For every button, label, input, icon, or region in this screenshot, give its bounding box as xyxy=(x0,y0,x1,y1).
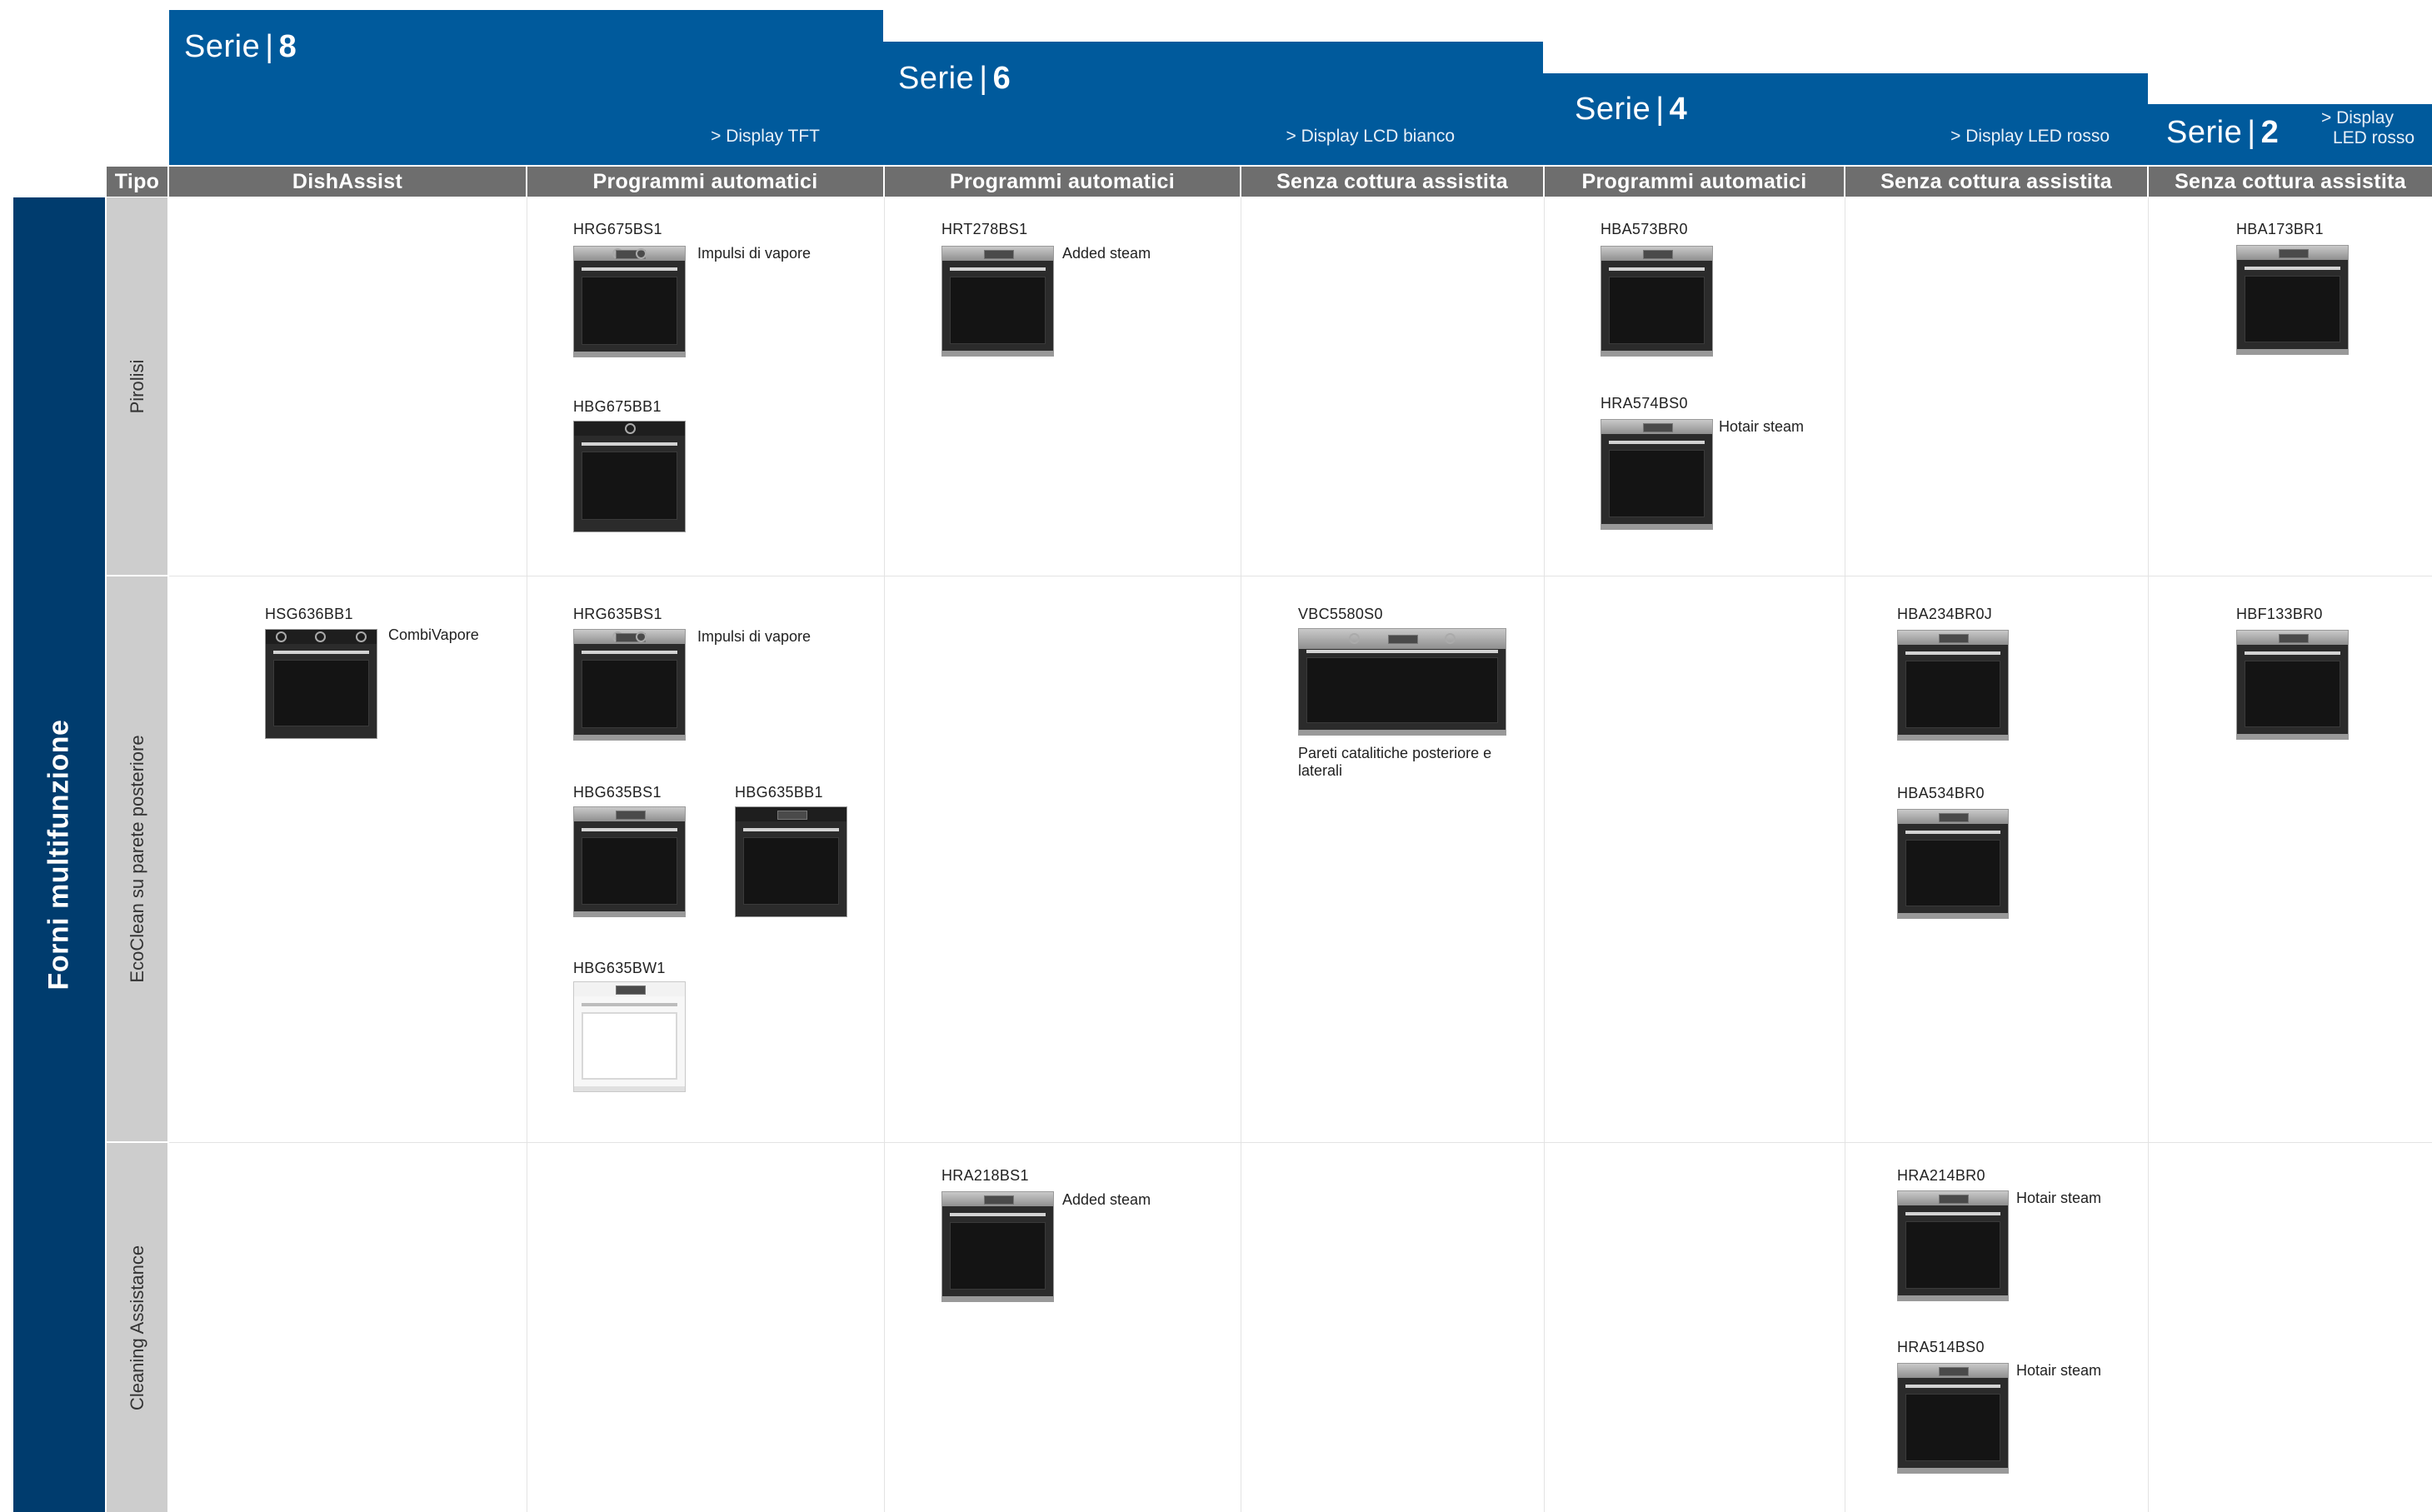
serie-8-title: Serie | 8 xyxy=(184,29,297,64)
oven-image xyxy=(2236,630,2349,740)
oven-image xyxy=(1897,1363,2009,1474)
serie-4-display: > Display LED rosso xyxy=(1950,127,2110,146)
oven-image xyxy=(1601,419,1713,530)
header-programmi-automatici-s4: Programmi automatici xyxy=(1545,167,1844,197)
serie-8-banner: Serie | 8 > Display TFT xyxy=(169,10,883,165)
product-model: HBG635BW1 xyxy=(573,960,666,976)
product-feature: Added steam xyxy=(1062,245,1151,262)
product-feature: Added steam xyxy=(1062,1191,1151,1208)
product-feature: Hotair steam xyxy=(1719,418,1805,435)
serie-2-display: > Display LED rosso xyxy=(2321,108,2415,147)
grid-divider xyxy=(884,197,885,1512)
oven-image xyxy=(573,981,686,1092)
oven-image xyxy=(1897,630,2009,741)
category-label: Forni multifunzione xyxy=(42,719,75,991)
product-model: HBA534BR0 xyxy=(1897,785,1985,801)
oven-image xyxy=(941,1191,1054,1302)
header-dishassist: DishAssist xyxy=(169,167,526,197)
category-forni-multifunzione: Forni multifunzione xyxy=(13,197,105,1512)
product-model: HBA173BR1 xyxy=(2236,221,2324,237)
oven-image xyxy=(941,246,1054,357)
product-model: HRG635BS1 xyxy=(573,606,662,622)
oven-image xyxy=(1601,246,1713,357)
grid-divider xyxy=(1544,197,1545,1512)
header-programmi-automatici-s6: Programmi automatici xyxy=(885,167,1240,197)
serie-2-title: Serie | 2 xyxy=(2166,115,2280,150)
header-senza-cottura-s2: Senza cottura assistita xyxy=(2149,167,2432,197)
header-senza-cottura-s4: Senza cottura assistita xyxy=(1845,167,2147,197)
header-programmi-automatici-s8: Programmi automatici xyxy=(527,167,883,197)
product-model: HRA214BR0 xyxy=(1897,1167,1985,1184)
product-model: HSG636BB1 xyxy=(265,606,353,622)
product-model: HBG635BB1 xyxy=(735,784,823,801)
serie-6-title: Serie | 6 xyxy=(898,61,1011,96)
serie-2-banner: Serie | 2 > Display LED rosso xyxy=(2148,104,2432,165)
product-feature: Hotair steam xyxy=(2016,1190,2102,1206)
grid-divider xyxy=(169,1142,2432,1143)
row-label-ecoclean: EcoClean su parete posteriore xyxy=(107,576,167,1141)
serie-6-display: > Display LCD bianco xyxy=(1286,127,1455,146)
oven-image xyxy=(2236,245,2349,355)
product-feature: Hotair steam xyxy=(2016,1362,2102,1379)
product-model: VBC5580S0 xyxy=(1298,606,1383,622)
product-model: HBG635BS1 xyxy=(573,784,662,801)
product-model: HRA514BS0 xyxy=(1897,1339,1985,1355)
product-model: HRA574BS0 xyxy=(1601,395,1688,412)
serie-4-title: Serie | 4 xyxy=(1575,92,1688,127)
oven-image xyxy=(1897,809,2009,919)
oven-image xyxy=(573,629,686,741)
oven-image xyxy=(1897,1190,2009,1301)
oven-image xyxy=(735,806,847,917)
oven-image xyxy=(573,421,686,532)
grid-divider xyxy=(2148,197,2149,1512)
oven-image xyxy=(573,246,686,357)
header-tipo: Tipo xyxy=(107,167,167,197)
serie-4-banner: Serie | 4 > Display LED rosso xyxy=(1543,73,2148,165)
product-feature: Impulsi di vapore xyxy=(697,628,811,645)
oven-image xyxy=(573,806,686,917)
product-model: HBA234BR0J xyxy=(1897,606,1993,622)
product-model: HBA573BR0 xyxy=(1601,221,1688,237)
row-label-pirolisi: Pirolisi xyxy=(107,197,167,575)
product-feature: CombiVapore xyxy=(388,626,479,643)
product-model: HBG675BB1 xyxy=(573,398,662,415)
row-label-cleaning-assistance: Cleaning Assistance xyxy=(107,1143,167,1512)
product-model: HRA218BS1 xyxy=(941,1167,1029,1184)
product-note: Pareti catalitiche posteriore e laterali xyxy=(1298,745,1492,779)
serie-8-display: > Display TFT xyxy=(711,127,820,146)
oven-image xyxy=(265,629,377,739)
product-model: HBF133BR0 xyxy=(2236,606,2323,622)
serie-6-banner: Serie | 6 > Display LCD bianco xyxy=(883,42,1543,165)
product-model: HRT278BS1 xyxy=(941,221,1028,237)
oven-image xyxy=(1298,628,1506,736)
product-feature: Impulsi di vapore xyxy=(697,245,811,262)
product-model: HRG675BS1 xyxy=(573,221,662,237)
header-senza-cottura-s6: Senza cottura assistita xyxy=(1241,167,1543,197)
